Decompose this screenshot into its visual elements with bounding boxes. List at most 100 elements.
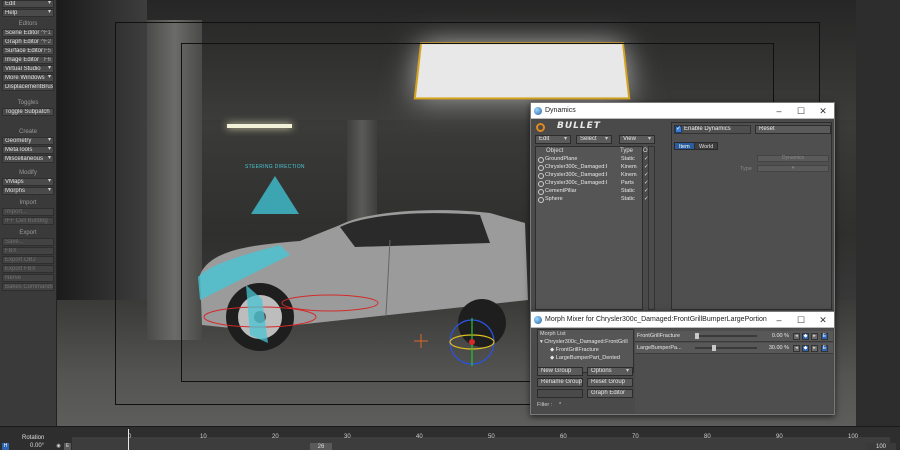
export-fbx-button[interactable]: Export FBX bbox=[2, 265, 54, 273]
keyframe-icon[interactable]: ◆ bbox=[802, 333, 809, 340]
edit-menu[interactable]: Edit bbox=[535, 135, 571, 144]
section-create: Create bbox=[0, 128, 56, 137]
close-icon[interactable]: ✕ bbox=[812, 312, 834, 328]
maximize-icon[interactable]: ☐ bbox=[790, 103, 812, 119]
section-modify: Modify bbox=[0, 169, 56, 178]
slider-thumb[interactable] bbox=[712, 345, 716, 351]
tab-item[interactable]: Item bbox=[674, 142, 695, 150]
reset-group-button[interactable]: Reset Group bbox=[587, 378, 633, 387]
image-editor-button[interactable]: Image Editor F6 bbox=[2, 56, 54, 64]
tick-label: 40 bbox=[416, 434, 423, 440]
dynamics-titlebar[interactable]: Dynamics – ☐ ✕ bbox=[531, 103, 834, 119]
menu-help[interactable]: Help bbox=[2, 9, 54, 17]
reset-button[interactable]: Reset bbox=[755, 125, 831, 134]
minimize-icon[interactable]: – bbox=[768, 103, 790, 119]
list-item[interactable]: ◆ FrontGrillFracture bbox=[550, 347, 630, 354]
key-icon[interactable]: ◂ bbox=[793, 345, 800, 352]
enable-dynamics-button[interactable] bbox=[674, 125, 751, 134]
table-row[interactable]: Chrysler300c_Damaged:FroKinematic✓ bbox=[537, 172, 643, 179]
export-obj-button[interactable]: Export OBJ bbox=[2, 256, 54, 264]
scene-editor-button[interactable]: Scene Editor ^F1 bbox=[2, 29, 54, 37]
timeline-cursor[interactable] bbox=[128, 429, 129, 450]
displacement-brush-button[interactable]: DisplacementBrush... bbox=[2, 83, 54, 91]
fbx-button[interactable]: FBX bbox=[2, 247, 54, 255]
table-row[interactable]: CementPillar Static ✓ bbox=[537, 188, 643, 195]
tick-label: 10 bbox=[200, 434, 207, 440]
iff-cell-button[interactable]: IFF Cell Bulldog bbox=[2, 217, 54, 225]
more-windows-button[interactable]: More Windows bbox=[2, 74, 54, 82]
miscellaneous-button[interactable]: Miscellaneous bbox=[2, 155, 54, 163]
table-row[interactable]: Chrysler300c_Damaged:FroKinematic✓ bbox=[537, 164, 643, 171]
morph-slider-row: FrontGrillFracture 0.00 % ◂ ◆ ▸ E bbox=[635, 331, 833, 342]
nerve-button[interactable]: Nerve bbox=[2, 274, 54, 282]
morph-slider[interactable] bbox=[695, 335, 757, 337]
filter-input[interactable]: * bbox=[559, 402, 561, 408]
surface-editor-button[interactable]: Surface Editor F5 bbox=[2, 47, 54, 55]
eye-icon[interactable]: ◉ bbox=[55, 443, 62, 450]
morph-sliders-panel: FrontGrillFracture 0.00 % ◂ ◆ ▸ E LargeB… bbox=[635, 329, 833, 413]
graph-editor-button[interactable]: Graph Editor bbox=[587, 389, 633, 398]
select-menu[interactable]: Select bbox=[576, 135, 612, 144]
graph-editor-button[interactable]: Graph Editor ^F2 bbox=[2, 38, 54, 46]
morph-slider[interactable] bbox=[695, 347, 757, 349]
end-frame[interactable]: 100 bbox=[866, 443, 896, 450]
envelope-icon[interactable]: E bbox=[821, 345, 828, 352]
next-key-icon[interactable]: ▸ bbox=[811, 333, 818, 340]
minimize-icon[interactable]: – bbox=[768, 312, 790, 328]
import-button[interactable]: Import... bbox=[2, 208, 54, 216]
object-table-scrollbar[interactable] bbox=[648, 146, 655, 310]
virtual-studio-button[interactable]: Virtual Studio bbox=[2, 65, 54, 73]
vmaps-button[interactable]: VMaps bbox=[2, 178, 54, 186]
morphs-button[interactable]: Morphs bbox=[2, 187, 54, 195]
dynamics-title: Dynamics bbox=[545, 107, 576, 114]
metatools-button[interactable]: MetaTools bbox=[2, 146, 54, 154]
dynamics-field[interactable]: Dynamics bbox=[757, 155, 829, 162]
tab-world[interactable]: World bbox=[694, 142, 718, 150]
morph-mixer-window: Morph Mixer for Chrysler300c_Damaged:Fro… bbox=[530, 311, 835, 415]
home-icon[interactable]: H bbox=[2, 443, 9, 450]
table-row[interactable]: Chrysler300c_Damaged:He Parts ✓ bbox=[537, 180, 643, 187]
morph-mixer-titlebar[interactable]: Morph Mixer for Chrysler300c_Damaged:Fro… bbox=[531, 312, 834, 328]
slider-thumb[interactable] bbox=[695, 333, 699, 339]
section-toggles: Toggles bbox=[0, 99, 56, 108]
geometry-button[interactable]: Geometry bbox=[2, 137, 54, 145]
column-object: Object bbox=[546, 148, 563, 154]
list-item[interactable]: ◆ LargeBumperPart_Dented bbox=[550, 355, 630, 362]
menu-edit[interactable]: Edit bbox=[2, 0, 54, 8]
maximize-icon[interactable]: ☐ bbox=[790, 312, 812, 328]
key-icon[interactable]: ◂ bbox=[793, 333, 800, 340]
rename-group-button[interactable]: Rename Group bbox=[537, 378, 583, 387]
type-label: Type bbox=[740, 166, 752, 172]
next-key-icon[interactable]: ▸ bbox=[811, 345, 818, 352]
section-import: Import bbox=[0, 199, 56, 208]
timeline-track[interactable] bbox=[72, 437, 890, 450]
toggle-subpatch-button[interactable]: Toggle Subpatch bbox=[2, 108, 54, 116]
blank-button[interactable] bbox=[537, 389, 583, 398]
view-menu[interactable]: View bbox=[619, 135, 655, 144]
steering-direction-label: STEERING DIRECTION bbox=[245, 164, 305, 170]
table-row[interactable]: Sphere Static ✓ bbox=[537, 196, 643, 203]
new-group-button[interactable]: New Group bbox=[537, 367, 583, 376]
type-dropdown[interactable]: ▾ bbox=[757, 165, 829, 172]
save-button[interactable]: Save... bbox=[2, 238, 54, 246]
envelope-icon[interactable]: E bbox=[821, 333, 828, 340]
tick-label: 50 bbox=[488, 434, 495, 440]
slider-value[interactable]: 30.00 % bbox=[761, 345, 789, 351]
tick-label: 90 bbox=[776, 434, 783, 440]
app-icon bbox=[534, 107, 542, 115]
rotation-gizmo[interactable] bbox=[442, 312, 502, 372]
options-dropdown[interactable]: Options bbox=[587, 367, 633, 376]
morph-mixer-title: Morph Mixer for Chrysler300c_Damaged:Fro… bbox=[545, 316, 767, 323]
tick-label: 20 bbox=[272, 434, 279, 440]
keyframe-icon[interactable]: ◆ bbox=[802, 345, 809, 352]
section-export: Export bbox=[0, 229, 56, 238]
bake-commands-button[interactable]: Bakes Commands bbox=[2, 283, 54, 291]
envelope-icon[interactable]: E bbox=[64, 443, 71, 450]
list-item[interactable]: ▾ Chrysler300c_Damaged:FrontGrill bbox=[540, 339, 632, 346]
close-icon[interactable]: ✕ bbox=[812, 103, 834, 119]
tick-label: 70 bbox=[632, 434, 639, 440]
slider-value[interactable]: 0.00 % bbox=[761, 333, 789, 339]
current-frame[interactable]: 26 bbox=[310, 443, 332, 450]
channel-value[interactable]: 0.00° bbox=[30, 443, 44, 449]
table-row[interactable]: GroundPlane Static ✓ bbox=[537, 156, 643, 163]
